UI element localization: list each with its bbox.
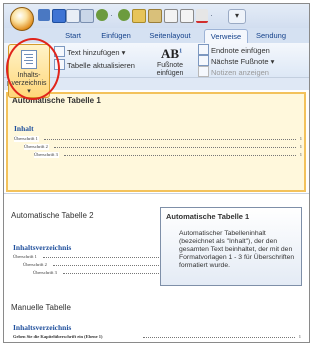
endnote-icon [198, 44, 209, 55]
gallery-item-title: Manuelle Tabelle [11, 303, 71, 312]
tab-start[interactable]: Start [58, 29, 88, 43]
tab-page-layout[interactable]: Seitenlayout [144, 29, 196, 43]
tab-mailings[interactable]: Sendung [256, 29, 308, 43]
chevron-down-icon: ▾ [234, 11, 239, 20]
show-notes-icon [198, 66, 209, 77]
tooltip-title: Automatische Tabelle 1 [166, 212, 250, 221]
gallery-tooltip: Automatische Tabelle 1 Automatischer Tab… [160, 207, 302, 286]
toc-button-label: Inhalts- verzeichnis ▾ [11, 72, 47, 95]
spelling-icon[interactable] [132, 9, 146, 23]
toc-preview-line: Überschrift 3 1 [34, 152, 302, 158]
table-of-contents-button[interactable]: Inhalts- verzeichnis ▾ [8, 44, 50, 98]
quick-access-toolbar: · · ▾ [4, 4, 309, 31]
chevron-down-icon: ▾ [27, 88, 31, 95]
word-window: · · ▾ Start Einfügen Seitenlayout Verwei… [3, 3, 310, 343]
office-button[interactable] [10, 7, 34, 31]
insert-footnote-button[interactable]: Fußnote einfügen [154, 62, 186, 78]
separator: · [210, 10, 213, 20]
table-icon[interactable] [180, 9, 194, 23]
update-table-icon [54, 59, 65, 70]
save-icon[interactable] [38, 9, 50, 21]
tab-insert[interactable]: Einfügen [96, 29, 136, 43]
toc-preview-heading: Inhalt [14, 124, 34, 133]
toc-preview-heading: Inhaltsverzeichnis [13, 323, 72, 332]
toc-preview-line: Überschrift 2 1 [24, 144, 302, 150]
next-footnote-icon [198, 55, 209, 66]
toc-preview-line: Überschrift 1 1 [14, 136, 302, 142]
font-color-icon[interactable] [196, 9, 208, 23]
toc-preview-heading: Inhaltsverzeichnis [13, 243, 72, 252]
new-document-icon[interactable] [164, 9, 178, 23]
ribbon-tabs: Start Einfügen Seitenlayout Verweise Sen… [4, 28, 309, 44]
show-notes-button[interactable]: Notizen anzeigen [198, 66, 269, 77]
insert-footnote-icon[interactable]: AB1 [161, 46, 182, 62]
separator: · [110, 10, 113, 20]
customize-toolbar-button[interactable]: ▾ [228, 9, 246, 24]
insert-picture-icon[interactable] [148, 9, 162, 23]
print-icon[interactable] [80, 9, 94, 23]
redo-icon[interactable] [118, 9, 130, 21]
gallery-item-auto-table-1[interactable]: Automatische Tabelle 1 Inhalt Überschrif… [6, 92, 306, 192]
gallery-item-manual-table[interactable]: Manuelle Tabelle Inhaltsverzeichnis Gebe… [6, 288, 304, 342]
undo-icon[interactable] [96, 9, 108, 21]
gallery-item-title: Automatische Tabelle 2 [11, 211, 94, 220]
add-text-icon [54, 46, 65, 57]
tab-references[interactable]: Verweise [204, 29, 248, 44]
chevron-down-icon: ▾ [121, 48, 126, 57]
ribbon-references: Inhalts- verzeichnis ▾ Text hinzufügen ▾… [4, 43, 309, 98]
word-doc-icon[interactable] [52, 9, 66, 23]
update-table-button[interactable]: Tabelle aktualisieren [54, 59, 135, 70]
divider [4, 193, 309, 194]
toc-preview-line: Geben Sie die Kapitelüberschrift ein (Eb… [13, 334, 301, 340]
add-text-button[interactable]: Text hinzufügen ▾ [54, 46, 125, 57]
chevron-down-icon: ▾ [270, 57, 275, 66]
table-of-contents-icon [21, 50, 37, 69]
print-preview-icon[interactable] [66, 9, 80, 23]
tooltip-body: Automatischer Tabelleninhalt (bezeichnet… [179, 230, 295, 269]
next-footnote-button[interactable]: Nächste Fußnote ▾ [198, 55, 274, 66]
insert-endnote-button[interactable]: Endnote einfügen [198, 44, 270, 55]
